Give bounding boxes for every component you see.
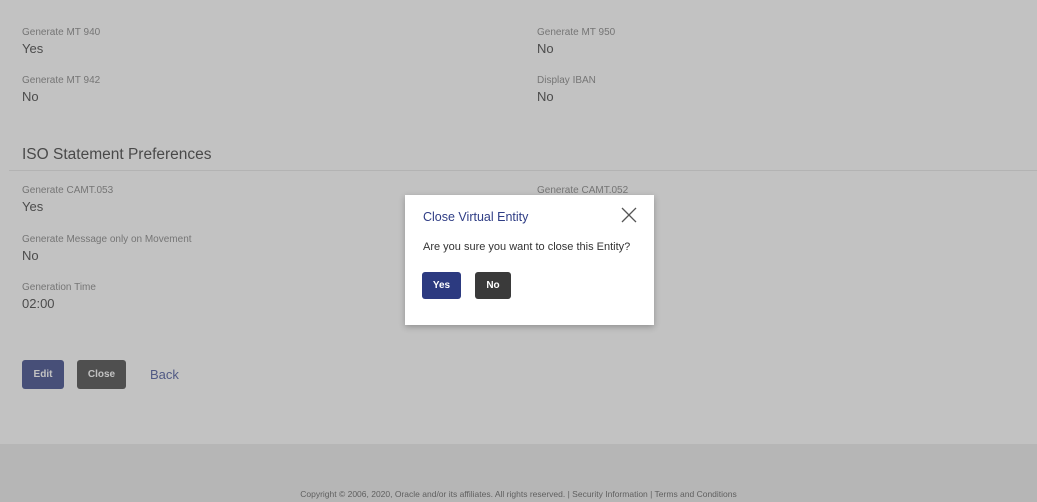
dialog-message: Are you sure you want to close this Enti… <box>423 241 631 253</box>
dialog-title: Close Virtual Entity <box>423 210 529 224</box>
no-button[interactable]: No <box>475 272 511 299</box>
yes-button[interactable]: Yes <box>422 272 461 299</box>
close-entity-dialog: Close Virtual Entity Are you sure you wa… <box>405 195 654 325</box>
close-icon[interactable] <box>620 206 638 224</box>
